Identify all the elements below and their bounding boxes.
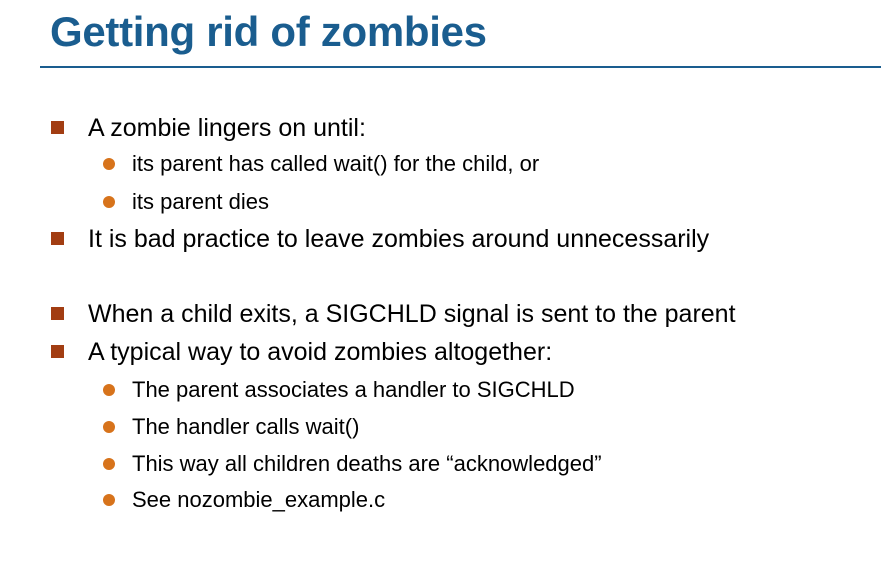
round-bullet-icon [103, 196, 115, 208]
sub-bullet-text: The handler calls wait() [132, 414, 360, 439]
square-bullet-icon [51, 345, 64, 358]
sub-bullet-text: This way all children deaths are “acknow… [132, 451, 602, 476]
bullet-text: A typical way to avoid zombies altogethe… [88, 338, 553, 366]
slide-title: Getting rid of zombies [50, 8, 487, 55]
bullet-text: A zombie lingers on until: [88, 114, 366, 142]
round-bullet-icon [103, 158, 115, 170]
square-bullet-icon [51, 307, 64, 320]
square-bullet-icon [51, 232, 64, 245]
title-underline [40, 66, 881, 68]
square-bullet-icon [51, 121, 64, 134]
round-bullet-icon [103, 458, 115, 470]
bullet-text: It is bad practice to leave zombies arou… [88, 225, 710, 253]
bullet-text: When a child exits, a SIGCHLD signal is … [88, 300, 736, 328]
sub-bullet-text: See nozombie_example.c [132, 487, 386, 512]
round-bullet-icon [103, 494, 115, 506]
sub-bullet-text: its parent dies [132, 189, 269, 214]
sub-bullet-text: The parent associates a handler to SIGCH… [132, 377, 575, 402]
round-bullet-icon [103, 384, 115, 396]
sub-bullet-text: its parent has called wait() for the chi… [132, 151, 540, 176]
round-bullet-icon [103, 421, 115, 433]
